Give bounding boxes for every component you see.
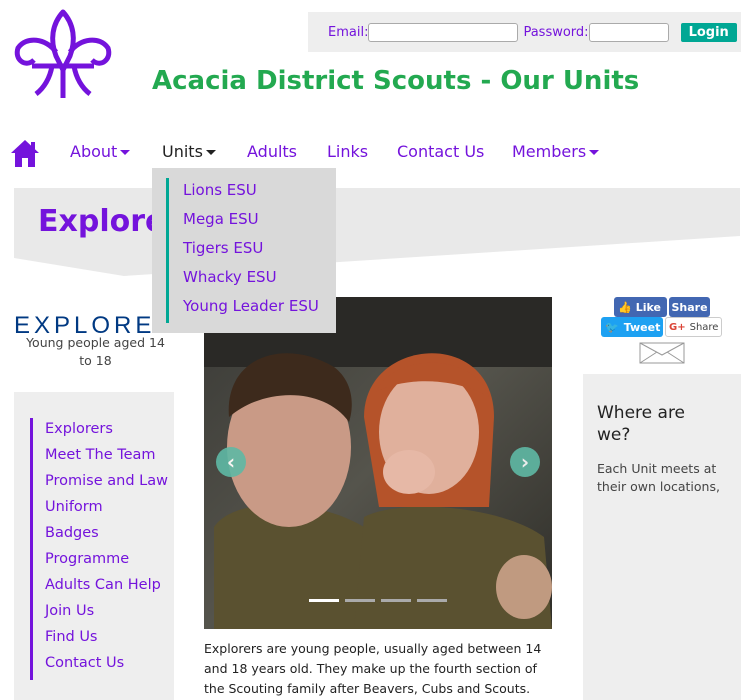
carousel-next-arrow-icon[interactable]: ›	[510, 447, 540, 477]
facebook-like-button[interactable]: 👍 Like	[614, 297, 667, 317]
site-title: Acacia District Scouts - Our Units	[152, 66, 640, 96]
section-subtitle: Young people aged 14 to 18	[26, 335, 165, 368]
nav-contact-us[interactable]: Contact Us	[397, 142, 484, 161]
chevron-down-icon	[205, 150, 216, 155]
side-menu-accent-bar	[30, 418, 33, 680]
side-item-find-us[interactable]: Find Us	[45, 629, 98, 645]
side-item-join-us[interactable]: Join Us	[45, 603, 94, 619]
login-button[interactable]: Login	[680, 22, 737, 42]
dropdown-item-young-leader-esu[interactable]: Young Leader ESU	[183, 297, 319, 315]
side-item-promise-and-law[interactable]: Promise and Law	[45, 473, 168, 489]
where-title: Where are we?	[597, 403, 686, 445]
carousel-indicator-2[interactable]	[345, 599, 375, 602]
side-menu: Explorers Meet The Team Promise and Law …	[14, 392, 174, 700]
carousel-indicator-1[interactable]	[309, 599, 339, 602]
password-input[interactable]	[588, 22, 669, 42]
dropdown-item-mega-esu[interactable]: Mega ESU	[183, 210, 259, 228]
facebook-share-button[interactable]: Share	[669, 297, 710, 317]
login-bar: Email: Password: Login	[308, 12, 741, 52]
twitter-bird-icon: 🐦	[605, 320, 619, 334]
email-input[interactable]	[368, 22, 519, 42]
side-item-contact-us[interactable]: Contact Us	[45, 655, 124, 671]
password-label: Password:	[523, 24, 589, 40]
photo-carousel[interactable]: ‹ ›	[204, 297, 552, 629]
units-dropdown-menu: Lions ESU Mega ESU Tigers ESU Whacky ESU…	[152, 168, 336, 333]
scouts-logo[interactable]	[12, 8, 114, 100]
side-item-uniform[interactable]: Uniform	[45, 499, 103, 515]
nav-units[interactable]: Units	[162, 142, 216, 161]
nav-about[interactable]: About	[70, 142, 131, 161]
intro-paragraph: Explorers are young people, usually aged…	[204, 641, 542, 696]
carousel-indicator-3[interactable]	[381, 599, 411, 602]
nav-members[interactable]: Members	[512, 142, 600, 161]
side-item-adults-can-help[interactable]: Adults Can Help	[45, 577, 161, 593]
side-item-programme[interactable]: Programme	[45, 551, 129, 567]
chevron-down-icon	[589, 150, 600, 155]
thumbs-up-icon: 👍	[618, 300, 632, 314]
where-are-we-panel: Where are we? Each Unit meets at their o…	[583, 374, 741, 700]
side-item-meet-the-team[interactable]: Meet The Team	[45, 447, 156, 463]
carousel-indicator-4[interactable]	[417, 599, 447, 602]
carousel-photo	[204, 297, 552, 629]
email-share-icon[interactable]	[639, 342, 685, 364]
nav-links[interactable]: Links	[327, 142, 368, 161]
side-item-explorers[interactable]: Explorers	[45, 421, 113, 437]
nav-adults[interactable]: Adults	[247, 142, 297, 161]
carousel-prev-arrow-icon[interactable]: ‹	[216, 447, 246, 477]
dropdown-item-lions-esu[interactable]: Lions ESU	[183, 181, 257, 199]
side-item-badges[interactable]: Badges	[45, 525, 99, 541]
google-plus-icon: G+	[669, 321, 686, 333]
chevron-down-icon	[120, 150, 131, 155]
google-share-button[interactable]: G+ Share	[665, 317, 722, 337]
home-icon[interactable]	[10, 138, 40, 168]
dropdown-accent-bar	[166, 178, 169, 323]
where-text: Each Unit meets at their own locations,	[597, 461, 720, 494]
main-nav: About Units Adults Links Contact Us Memb…	[0, 138, 756, 168]
twitter-tweet-button[interactable]: 🐦 Tweet	[601, 317, 663, 337]
dropdown-item-whacky-esu[interactable]: Whacky ESU	[183, 268, 277, 286]
dropdown-item-tigers-esu[interactable]: Tigers ESU	[183, 239, 263, 257]
email-label: Email:	[328, 24, 369, 40]
